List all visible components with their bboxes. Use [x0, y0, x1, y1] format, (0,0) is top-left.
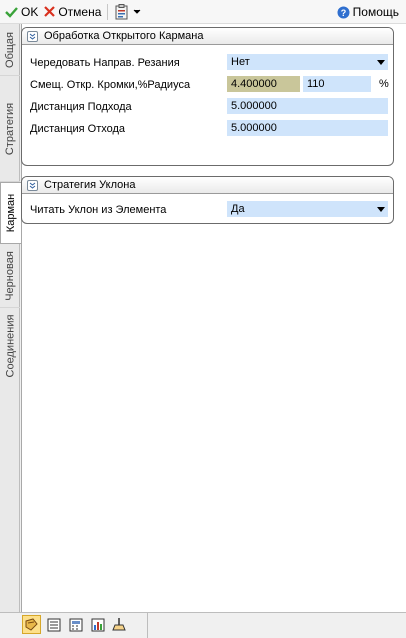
help-label: Помощь	[352, 5, 399, 19]
alternate-direction-select[interactable]: Нет	[227, 54, 388, 70]
row-label: Смещ. Откр. Кромки,%Радиуса	[30, 79, 191, 91]
row-label: Дистанция Подхода	[30, 101, 132, 113]
calculator-button[interactable]	[66, 615, 85, 634]
list-icon	[47, 618, 60, 631]
retract-distance-input[interactable]: 5.000000	[227, 120, 388, 136]
group-header[interactable]: Обработка Открытого Кармана	[22, 28, 393, 45]
help-button[interactable]: ? Помощь	[334, 2, 402, 22]
collapse-icon[interactable]	[27, 30, 38, 42]
approach-distance-input[interactable]: 5.000000	[227, 98, 388, 114]
group-title: Обработка Открытого Кармана	[44, 30, 204, 42]
toolbar: OK Отмена ? Помощь	[0, 0, 406, 24]
tab-label: Черновая	[4, 250, 16, 301]
svg-text:?: ?	[340, 8, 346, 18]
collapse-icon[interactable]	[27, 179, 38, 191]
edge-offset-percent-input[interactable]: 110	[303, 76, 371, 92]
help-icon: ?	[337, 6, 350, 18]
close-icon	[44, 6, 56, 17]
vertical-tab-strip: Общая Стратегия Карман Черновая Соединен…	[0, 24, 21, 612]
select-value: Нет	[231, 56, 250, 68]
chart-button[interactable]	[88, 615, 107, 634]
edge-offset-input[interactable]: 4.400000	[227, 76, 300, 92]
row-label: Чередовать Направ. Резания	[30, 57, 180, 69]
toolbar-separator	[107, 3, 109, 20]
tab-label: Карман	[5, 193, 17, 233]
dropdown-arrow-icon[interactable]	[377, 60, 385, 65]
ok-button[interactable]: OK	[2, 2, 41, 22]
tab-label: Стратегия	[4, 102, 16, 155]
chevron-down-icon	[134, 9, 141, 14]
select-value: Да	[231, 203, 245, 215]
group-open-pocket: Обработка Открытого Кармана Чередовать Н…	[21, 27, 394, 166]
clipboard-icon	[115, 3, 128, 19]
unit-label: %	[379, 78, 389, 90]
tab-roughing[interactable]: Черновая	[0, 244, 20, 308]
tab-pocket[interactable]: Карман	[0, 182, 21, 244]
input-value: 5.000000	[231, 100, 277, 112]
machine-icon	[112, 618, 126, 631]
feature-button[interactable]	[22, 615, 41, 634]
row-label: Дистанция Отхода	[30, 123, 126, 135]
tab-connections[interactable]: Соединения	[0, 308, 20, 384]
ok-label: OK	[21, 4, 39, 19]
cancel-button[interactable]: Отмена	[41, 2, 104, 22]
bottom-toolbar	[0, 612, 406, 638]
chart-icon	[91, 618, 104, 631]
group-slope-strategy: Стратегия Уклона Читать Уклон из Элемент…	[21, 176, 394, 224]
group-header[interactable]: Стратегия Уклона	[22, 177, 393, 194]
clipboard-menu-button[interactable]	[111, 2, 144, 22]
read-slope-select[interactable]: Да	[227, 201, 388, 217]
machine-button[interactable]	[110, 615, 129, 634]
input-value: 5.000000	[231, 122, 277, 134]
group-title: Стратегия Уклона	[44, 179, 136, 191]
calculator-icon	[69, 618, 82, 631]
input-value: 4.400000	[231, 78, 277, 90]
feature-icon	[25, 618, 38, 631]
cancel-label: Отмена	[58, 4, 102, 19]
row-label: Читать Уклон из Элемента	[30, 204, 167, 216]
checkmark-icon	[5, 6, 18, 18]
input-value: 110	[307, 78, 325, 90]
tab-general[interactable]: Общая	[0, 24, 20, 76]
tab-strategy[interactable]: Стратегия	[0, 76, 20, 182]
list-button[interactable]	[44, 615, 63, 634]
dropdown-arrow-icon[interactable]	[377, 207, 385, 212]
tab-label: Соединения	[4, 314, 16, 378]
bottom-divider	[147, 613, 148, 638]
tab-label: Общая	[4, 31, 17, 68]
